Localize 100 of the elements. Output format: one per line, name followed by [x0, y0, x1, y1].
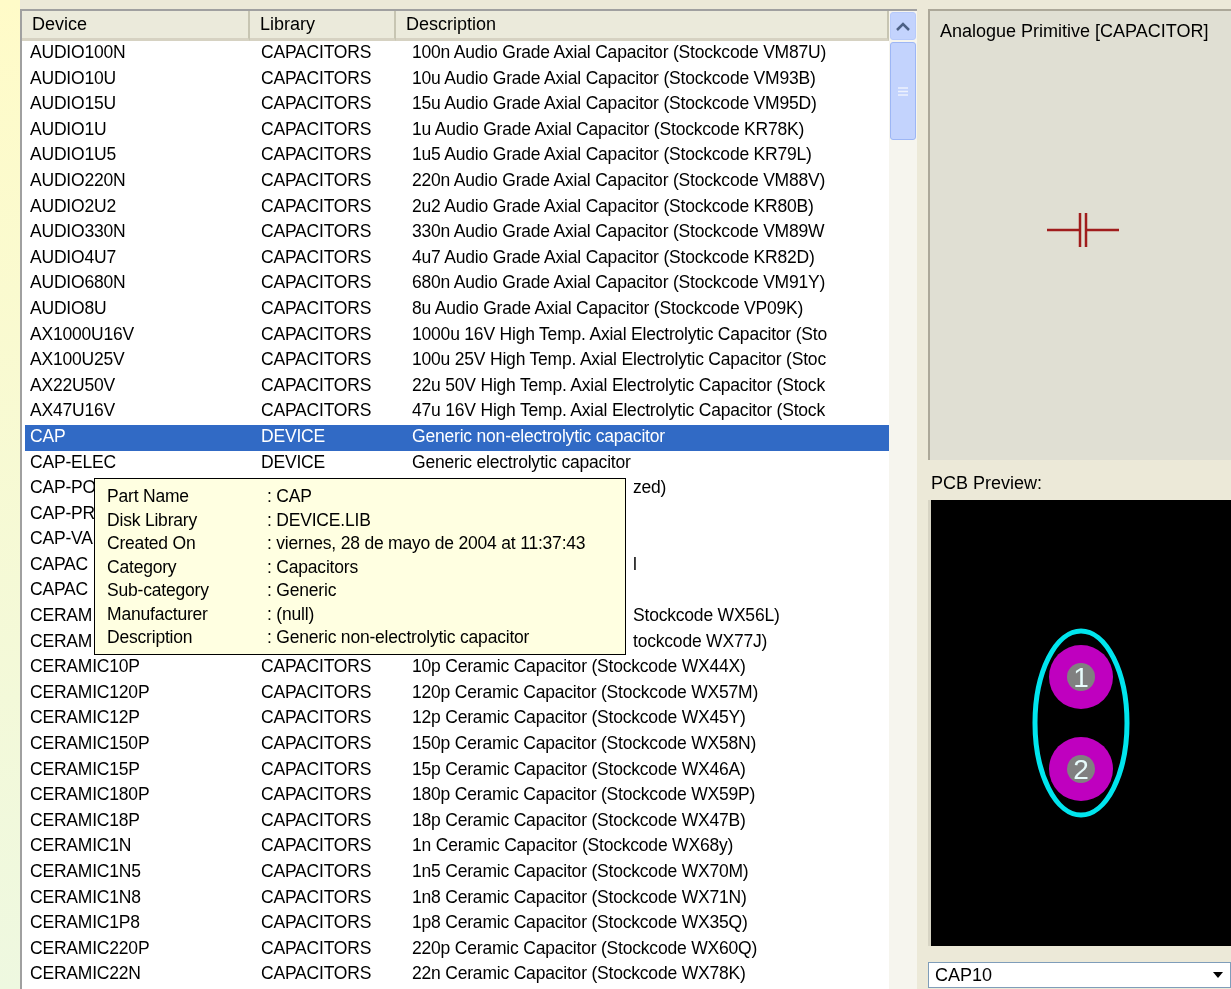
scrollbar[interactable] — [889, 11, 917, 989]
device-cell-text: AUDIO330N — [29, 220, 127, 244]
device-cell-text: AUDIO8U — [29, 296, 108, 320]
device-row[interactable]: AX100U25V CAPACITORS 100u 25V High Temp. Axial Electrolytic Capacitor (Stoc — [25, 348, 889, 374]
library-cell-text: CAPACITORS — [260, 834, 373, 858]
device-cell-text: AUDIO10U — [29, 66, 117, 90]
device-cell-text: AUDIO1U5 — [29, 143, 117, 167]
description-cell-text: 10u Audio Grade Axial Capacitor (Stockcode VM93B) — [411, 66, 817, 90]
device-cell-text: AUDIO1U — [29, 117, 108, 141]
library-cell-text: CAPACITORS — [260, 783, 373, 807]
device-row[interactable]: CERAMIC1N CAPACITORS 1n Ceramic Capacitor (Stockcode WX68y) — [25, 834, 889, 860]
library-cell-text: CAPACITORS — [260, 911, 373, 935]
tooltip-label: Part Name — [107, 486, 189, 508]
description-cell-text: 1u Audio Grade Axial Capacitor (Stockcode KR78K) — [411, 117, 806, 141]
device-row[interactable]: AUDIO220N CAPACITORS 220n Audio Grade Axial Capacitor (Stockcode VM88V) — [25, 168, 889, 195]
description-cell-text: 100n Audio Grade Axial Capacitor (Stockcode VM87U) — [411, 41, 828, 64]
device-row[interactable]: CERAMIC12P CAPACITORS 12p Ceramic Capacitor (Stockcode WX45Y) — [25, 706, 889, 733]
description-cell-text: 1n Ceramic Capacitor (Stockcode WX68y) — [411, 834, 735, 858]
device-row[interactable]: AUDIO330N CAPACITORS 330n Audio Grade Axial Capacitor (Stockcode VM89W — [25, 220, 889, 246]
tooltip-value: : viernes, 28 de mayo de 2004 at 11:37:43 — [267, 533, 586, 555]
device-cell-text: AUDIO680N — [29, 271, 127, 295]
library-cell-text: DEVICE — [260, 450, 326, 474]
library-cell-text: CAPACITORS — [260, 245, 373, 269]
library-cell-text: CAPACITORS — [260, 706, 373, 730]
device-cell-text: CERAMIC1N5 — [29, 860, 142, 883]
device-row[interactable]: CERAMIC220P CAPACITORS 220p Ceramic Capacitor (Stockcode WX60Q) — [25, 936, 889, 963]
column-header[interactable]: Description — [396, 11, 889, 41]
description-cell-text: 120p Ceramic Capacitor (Stockcode WX57M) — [411, 680, 760, 704]
tooltip-label: Manufacturer — [107, 603, 208, 626]
column-header[interactable]: Library — [250, 11, 396, 41]
device-cell-text: AX47U16V — [29, 399, 116, 423]
description-cell-text: Generic electrolytic capacitor — [411, 450, 632, 474]
device-row[interactable]: CAP DEVICE Generic non-electrolytic capacitor — [25, 424, 889, 451]
library-cell-text: CAPACITORS — [260, 220, 373, 244]
device-row[interactable]: AUDIO8U CAPACITORS 8u Audio Grade Axial Capacitor (Stockcode VP09K) — [25, 296, 889, 323]
device-cell-text: AX22U50V — [29, 373, 116, 397]
capacitor-symbol-icon — [1046, 212, 1119, 248]
chevron-up-icon — [896, 21, 910, 31]
library-cell-text: CAPACITORS — [260, 860, 373, 883]
tooltip-value: : Generic non-electrolytic capacitor — [267, 627, 530, 649]
device-cell-text: AUDIO2U2 — [29, 194, 117, 218]
library-cell-text: CAPACITORS — [260, 168, 373, 192]
library-cell-text: CAPACITORS — [260, 194, 373, 218]
library-cell-text: CAPACITORS — [260, 92, 373, 116]
description-cell-text: 220p Ceramic Capacitor (Stockcode WX60Q) — [411, 936, 759, 960]
library-cell-text: CAPACITORS — [260, 348, 373, 372]
library-cell-text: CAPACITORS — [260, 143, 373, 167]
device-row[interactable]: AUDIO10U CAPACITORS 10u Audio Grade Axial Capacitor (Stockcode VM93B) — [25, 66, 889, 93]
device-row[interactable]: CERAMIC10P CAPACITORS 10p Ceramic Capacitor (Stockcode WX44X) — [25, 655, 889, 681]
scroll-thumb[interactable] — [890, 42, 916, 140]
device-row[interactable]: CERAMIC18P CAPACITORS 18p Ceramic Capacitor (Stockcode WX47B) — [25, 808, 889, 835]
device-row[interactable]: AUDIO100N CAPACITORS 100n Audio Grade Axial Capacitor (Stockcode VM87U) — [25, 41, 889, 67]
device-cell-text: CERAMIC220P — [29, 936, 151, 960]
device-row[interactable]: AX47U16V CAPACITORS 47u 16V High Temp. Axial Electrolytic Capacitor (Stock — [25, 399, 889, 425]
library-cell-text: CAPACITORS — [260, 808, 373, 832]
package-select[interactable]: CAP10 — [928, 962, 1231, 988]
device-cell-text: CERAMIC15P — [29, 757, 141, 781]
library-cell-text: CAPACITORS — [260, 962, 373, 986]
library-cell-text: CAPACITORS — [260, 296, 373, 320]
description-cell-text: 10p Ceramic Capacitor (Stockcode WX44X) — [411, 655, 747, 679]
device-row[interactable]: CAP-ELEC DEVICE Generic electrolytic capacitor — [25, 450, 889, 477]
schematic-title: Analogue Primitive [CAPACITOR] — [939, 21, 1209, 42]
device-cell-text: CAP — [29, 424, 67, 448]
device-row[interactable]: CERAMIC22N CAPACITORS 22n Ceramic Capacitor (Stockcode WX78K) — [25, 962, 889, 988]
description-cell-text: 1000u 16V High Temp. Axial Electrolytic Capacitor (Sto — [411, 322, 828, 346]
description-cell-text: 15u Audio Grade Axial Capacitor (Stockcode VM95D) — [411, 92, 818, 116]
device-cell-text: CERAMIC150P — [29, 732, 151, 756]
device-row[interactable]: CERAMIC150P CAPACITORS 150p Ceramic Capacitor (Stockcode WX58N) — [25, 732, 889, 758]
grip-icon — [898, 86, 908, 96]
device-row[interactable]: AUDIO1U5 CAPACITORS 1u5 Audio Grade Axial Capacitor (Stockcode KR79L) — [25, 143, 889, 169]
device-cell-text: CERAMIC1P8 — [29, 911, 141, 935]
device-row[interactable]: AUDIO1U CAPACITORS 1u Audio Grade Axial Capacitor (Stockcode KR78K) — [25, 117, 889, 144]
library-cell-text: CAPACITORS — [260, 322, 373, 346]
description-cell-text: 22u 50V High Temp. Axial Electrolytic Capacitor (Stock — [411, 373, 826, 397]
description-cell-text: 2u2 Audio Grade Axial Capacitor (Stockcode KR80B) — [411, 194, 815, 218]
device-row[interactable]: AUDIO2U2 CAPACITORS 2u2 Audio Grade Axial Capacitor (Stockcode KR80B) — [25, 194, 889, 221]
device-row[interactable]: CERAMIC1N5 CAPACITORS 1n5 Ceramic Capacitor (Stockcode WX70M) — [25, 860, 889, 886]
tooltip-value: : Capacitors — [267, 556, 358, 579]
device-row[interactable]: CERAMIC15P CAPACITORS 15p Ceramic Capacitor (Stockcode WX46A) — [25, 757, 889, 784]
description-cell-text: 150p Ceramic Capacitor (Stockcode WX58N) — [411, 732, 758, 756]
device-row[interactable]: CERAMIC1N8 CAPACITORS 1n8 Ceramic Capacitor (Stockcode WX71N) — [25, 885, 889, 912]
device-row[interactable]: AX22U50V CAPACITORS 22u 50V High Temp. Axial Electrolytic Capacitor (Stock — [25, 373, 889, 400]
device-row[interactable]: AX1000U16V CAPACITORS 1000u 16V High Temp. Axial Electrolytic Capacitor (Sto — [25, 322, 889, 349]
device-row[interactable]: CERAMIC120P CAPACITORS 120p Ceramic Capacitor (Stockcode WX57M) — [25, 680, 889, 707]
device-cell-text: CERAMIC1N — [29, 834, 133, 858]
device-row[interactable]: AUDIO680N CAPACITORS 680n Audio Grade Axial Capacitor (Stockcode VM91Y) — [25, 271, 889, 297]
tooltip-value: : Generic — [267, 580, 337, 602]
device-cell-text: AUDIO220N — [29, 168, 127, 192]
library-cell-text: CAPACITORS — [260, 41, 373, 64]
device-row[interactable]: CERAMIC180P CAPACITORS 180p Ceramic Capacitor (Stockcode WX59P) — [25, 783, 889, 809]
device-row[interactable]: AUDIO4U7 CAPACITORS 4u7 Audio Grade Axial Capacitor (Stockcode KR82D) — [25, 245, 889, 272]
description-cell-text: 330n Audio Grade Axial Capacitor (Stockcode VM89W — [411, 220, 826, 244]
device-cell-text: AX100U25V — [29, 348, 126, 372]
scroll-up-button[interactable] — [890, 12, 916, 40]
device-row[interactable]: AUDIO15U CAPACITORS 15u Audio Grade Axial Capacitor (Stockcode VM95D) — [25, 92, 889, 118]
device-cell-text: AUDIO100N — [29, 41, 127, 64]
description-cell-text: 47u 16V High Temp. Axial Electrolytic Capacitor (Stock — [411, 399, 826, 423]
column-header[interactable]: Device — [22, 11, 250, 41]
device-row[interactable]: CERAMIC1P8 CAPACITORS 1p8 Ceramic Capacitor (Stockcode WX35Q) — [25, 911, 889, 937]
tooltip-label: Sub-category — [107, 580, 209, 602]
